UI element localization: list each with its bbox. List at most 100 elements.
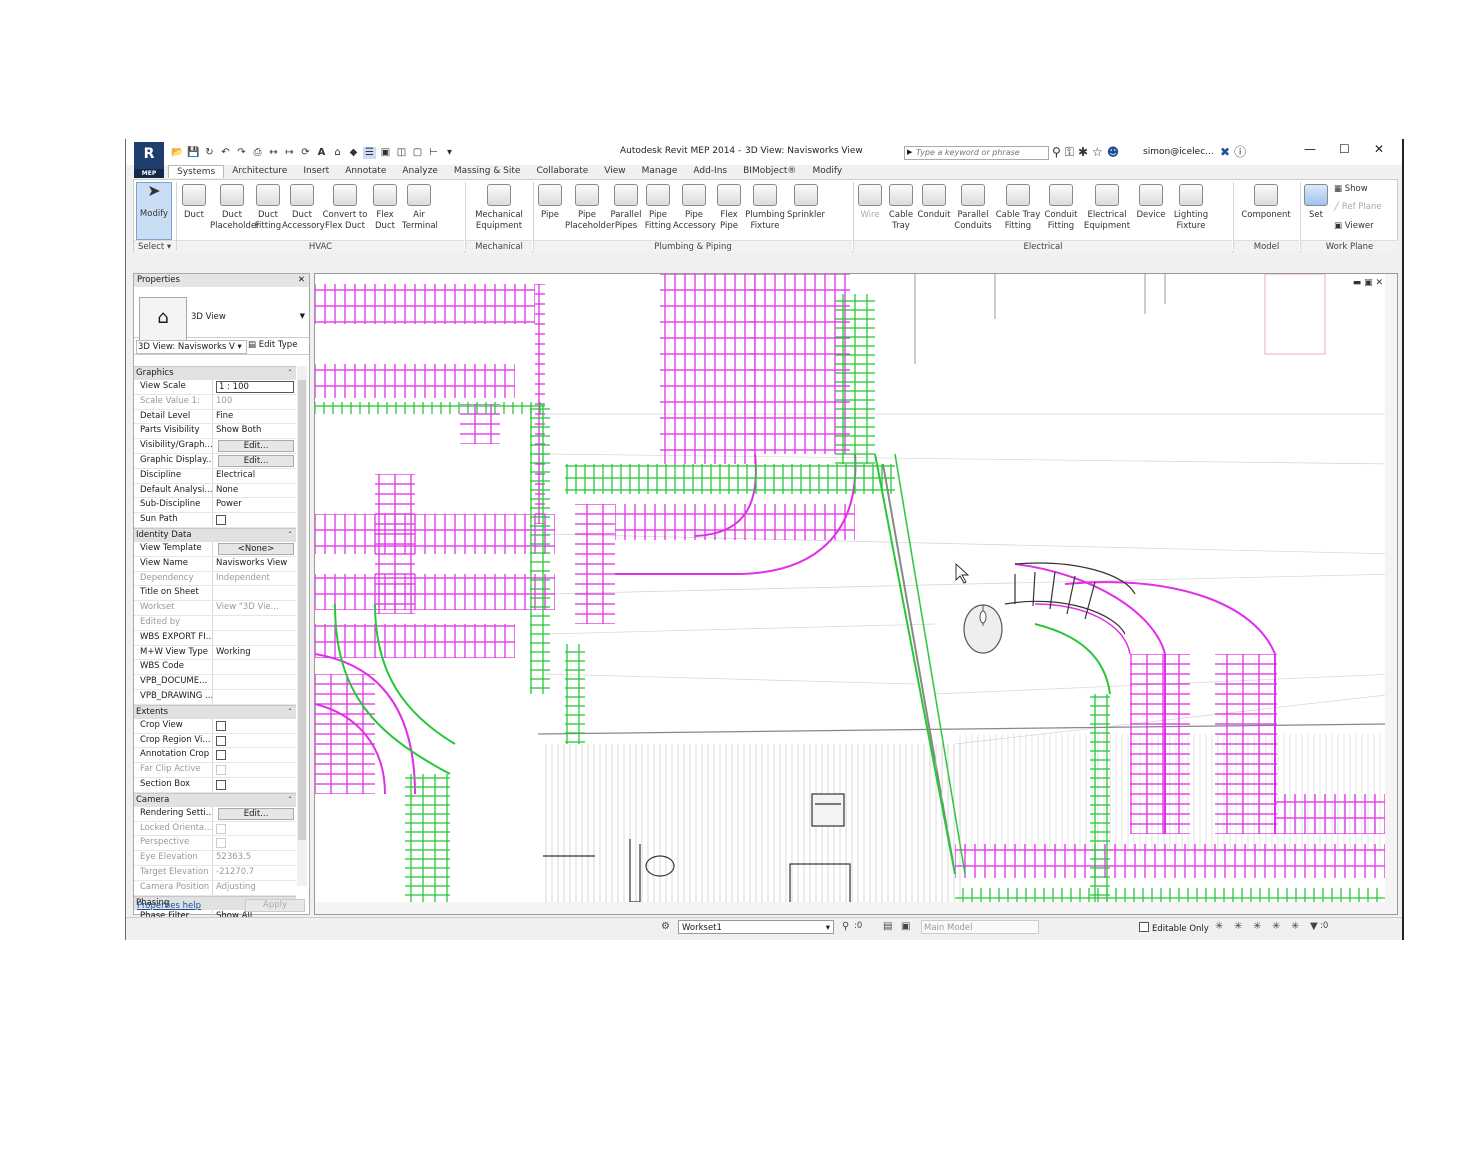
show-workplane-button[interactable]: ▦ Show [1334,184,1368,194]
property-value[interactable]: Electrical [213,469,296,483]
tab-systems[interactable]: Systems [168,165,225,178]
property-value[interactable]: Edit... [213,807,296,821]
property-value[interactable]: Working [213,646,296,660]
viewer-button[interactable]: ▣ Viewer [1334,221,1374,231]
plumbing-pipe-button[interactable]: Pipe [535,182,565,221]
plumbing-parallel-pipes-button[interactable]: Parallel Pipes [609,182,643,232]
select-pinned-icon[interactable]: ✳ [1253,921,1261,932]
close-properties-icon[interactable]: ✕ [298,274,305,287]
group-identity-data[interactable]: Identity Data ˆ [134,527,296,542]
view-scale-input[interactable]: 1 : 100 [216,381,294,393]
viewport-vertical-scrollbar[interactable] [1385,274,1397,904]
electrical-wire-button[interactable]: Wire [855,182,885,221]
expand-search-icon[interactable]: ▶ [907,148,912,156]
sync-icon[interactable]: ↻ [203,147,216,159]
ref-plane-button[interactable]: ╱ Ref Plane [1334,202,1382,212]
key-icon[interactable]: ⚿ [1065,145,1074,159]
hvac-panel-label[interactable]: HVAC [177,240,464,253]
electrical-cable-tray-fitting-button[interactable]: Cable Tray Fitting [995,182,1041,232]
help-search-box[interactable]: ▶ [904,146,1051,160]
hvac-convert-to-flex-duct-button[interactable]: Convert to Flex Duct [322,182,368,232]
viewport-horizontal-scrollbar[interactable] [315,902,1397,914]
collapse-icon[interactable]: ˆ [288,706,292,719]
model-drawing[interactable] [315,274,1398,915]
tab-annotate[interactable]: Annotate [337,165,394,178]
plumbing-pipe-fitting-button[interactable]: Pipe Fitting [643,182,673,232]
tab-architecture[interactable]: Architecture [224,165,295,178]
save-icon[interactable]: 💾 [187,147,200,159]
hvac-duct-button[interactable]: Duct [178,182,210,221]
group-camera[interactable]: Camera ˆ [134,792,296,807]
editing-requests-icon[interactable]: ▣ [901,921,910,932]
property-value[interactable] [213,748,296,762]
measure-icon[interactable]: ↔ [267,147,280,159]
type-dropdown-icon[interactable]: ▼ [300,312,305,320]
property-edit-button[interactable]: <None> [218,542,294,555]
property-value[interactable]: <None> [213,542,296,556]
application-menu-button[interactable]: R MEP [134,142,164,178]
property-value[interactable] [213,631,296,645]
model-component-button[interactable]: Component [1235,182,1297,221]
property-edit-button[interactable]: Edit... [218,807,294,820]
highlighted-tray-fitting[interactable] [1004,562,1136,635]
property-checkbox[interactable] [216,750,226,761]
property-value[interactable] [213,513,296,527]
type-selector[interactable]: ⌂ 3D View ▼ [134,287,309,341]
collapse-icon[interactable]: ˆ [288,794,292,807]
select-underlay-icon[interactable]: ✳ [1234,921,1242,932]
electrical-electrical-equipment-button[interactable]: Electrical Equipment [1081,182,1133,232]
hvac-duct-accessory-button[interactable]: Duct Accessory [282,182,325,232]
plumbing-panel-label[interactable]: Plumbing & Piping [534,240,852,253]
electrical-panel-label[interactable]: Electrical [854,240,1232,253]
hvac-duct-placeholder-button[interactable]: Duct Placeholder [210,182,260,232]
align-icon[interactable]: ⊢ [427,147,440,159]
property-checkbox[interactable] [216,720,226,731]
plumbing-pipe-accessory-button[interactable]: Pipe Accessory [673,182,716,232]
plumbing-plumbing-fixture-button[interactable]: Plumbing Fixture [743,182,787,232]
property-value[interactable]: 1 : 100 [213,380,296,394]
tab-massing-site[interactable]: Massing & Site [446,165,529,178]
electrical-lighting-fixture-button[interactable]: Lighting Fixture [1169,182,1213,232]
design-options-icon[interactable]: ▤ [883,921,892,932]
property-checkbox[interactable] [216,515,226,526]
property-value[interactable]: None [213,484,296,498]
property-value[interactable]: Navisworks View [213,557,296,571]
property-value[interactable]: Edit... [213,454,296,468]
close-hidden-icon[interactable]: ▣ [379,147,392,159]
mechanical-mechanical-equipment-button[interactable]: Mechanical Equipment [467,182,531,232]
tag-icon[interactable]: ⟳ [299,147,312,159]
tab-modify[interactable]: Modify [804,165,850,178]
editable-only-check[interactable] [1139,922,1149,932]
hvac-duct-fitting-button[interactable]: Duct Fitting [254,182,282,232]
filter-icon[interactable]: ▼ [1310,921,1318,932]
property-value[interactable]: Show Both [213,424,296,438]
electrical-cable-tray-button[interactable]: Cable Tray [885,182,917,232]
star-icon[interactable]: ☆ [1092,145,1103,159]
3d-viewport[interactable]: ▬ ▣ ✕ [314,273,1398,915]
worksets-icon[interactable]: ⚙ [661,921,670,932]
drag-elements-icon[interactable]: ✳ [1291,921,1299,932]
tab-add-ins[interactable]: Add-Ins [685,165,735,178]
edit-type-button[interactable]: ▤ Edit Type [248,340,297,350]
property-value[interactable]: Edit... [213,439,296,453]
user-account[interactable]: simon@icelec... [1143,147,1214,157]
property-value[interactable] [213,734,296,748]
switch-windows-icon[interactable]: ◫ [395,147,408,159]
select-panel-label[interactable]: Select ▾ [134,240,178,253]
undo-icon[interactable]: ↶ [219,147,232,159]
select-by-face-icon[interactable]: ✳ [1272,921,1280,932]
electrical-conduit-button[interactable]: Conduit [917,182,951,221]
help-search-input[interactable] [913,147,1051,158]
property-value[interactable] [213,778,296,792]
plumbing-flex-pipe-button[interactable]: Flex Pipe [715,182,743,232]
property-value[interactable] [213,586,296,600]
mechanical-panel-label[interactable]: Mechanical [466,240,532,253]
workplane-panel-label[interactable]: Work Plane [1301,240,1398,253]
tab-manage[interactable]: Manage [634,165,686,178]
print-icon[interactable]: ⎙ [251,147,264,159]
design-option-select[interactable]: Main Model [921,920,1039,934]
active-workset-select[interactable]: Workset1 ▾ [678,920,834,934]
select-links-icon[interactable]: ✳ [1215,921,1223,932]
property-value[interactable]: Power [213,498,296,512]
property-value[interactable] [213,719,296,733]
